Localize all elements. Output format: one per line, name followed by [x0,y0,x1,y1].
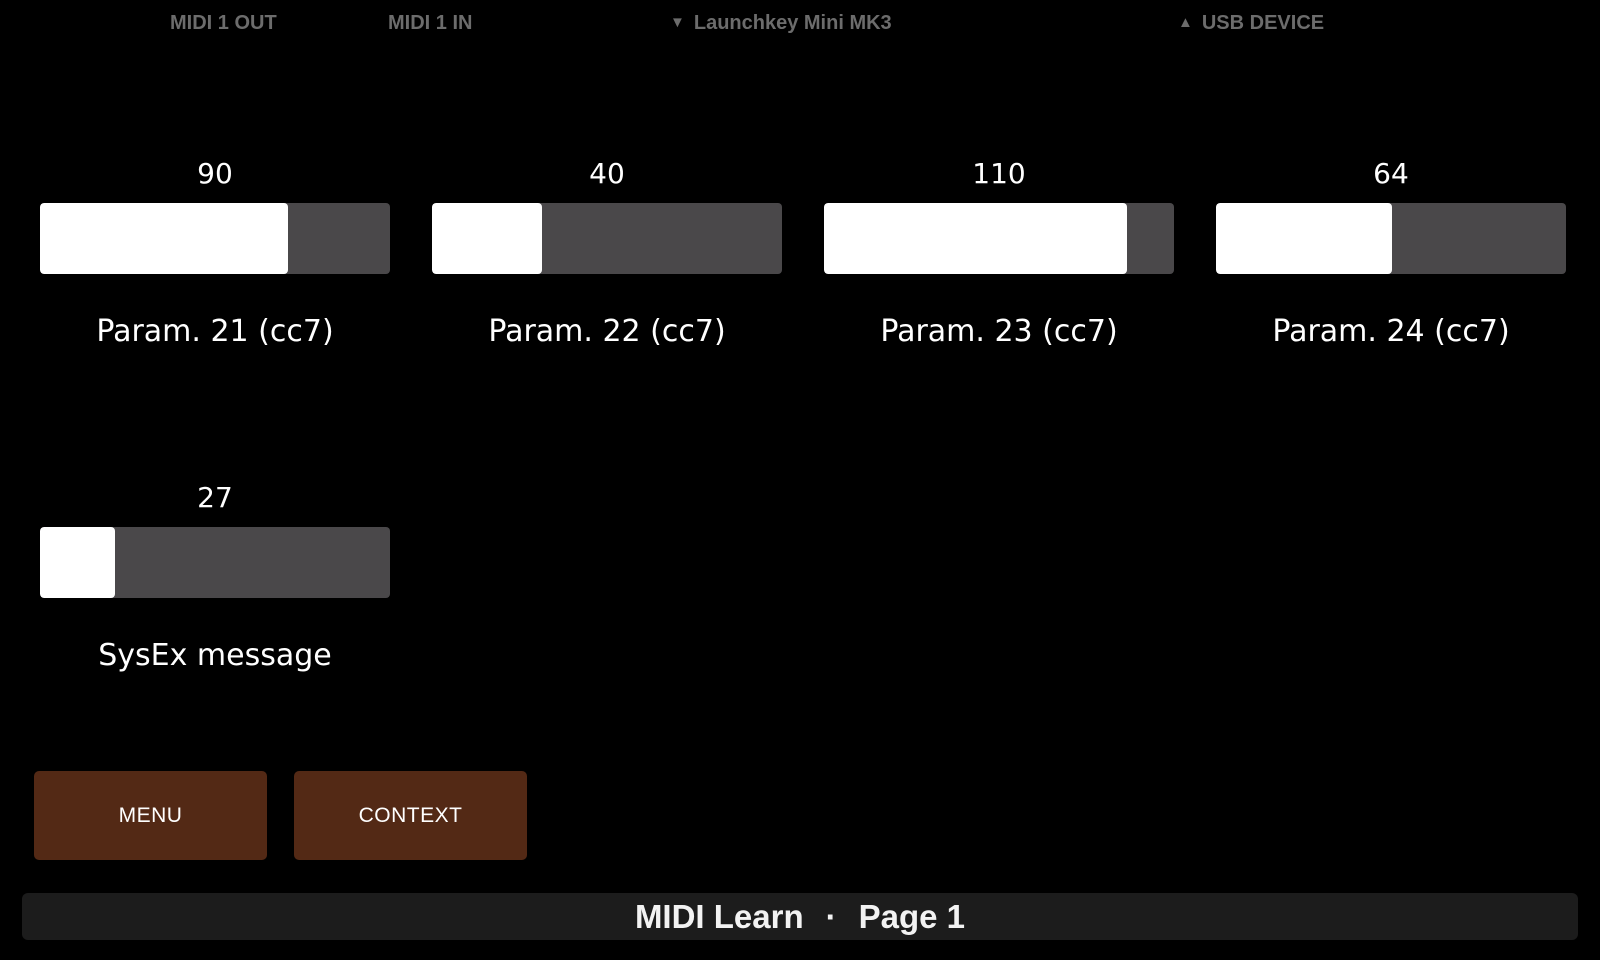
param-slider[interactable] [1216,203,1566,274]
device-status: ▼ Launchkey Mini MK3 [670,12,892,35]
param-label: SysEx message [98,638,332,673]
param-value: 27 [197,481,233,514]
param-slider[interactable] [40,203,390,274]
slider-fill [40,203,289,274]
device-name: Launchkey Mini MK3 [693,12,892,34]
context-button[interactable]: CONTEXT [294,771,527,860]
slider-fill [1216,203,1393,274]
mode-title: MIDI Learn [634,897,804,935]
footer-bar: MIDI Learn · Page 1 [22,893,1578,940]
param-value: 110 [972,157,1026,190]
menu-button[interactable]: MENU [34,771,267,860]
param-label: Param. 21 (cc7) [96,314,334,349]
midi-in-status: MIDI 1 IN [388,12,473,34]
param-label: Param. 23 (cc7) [880,314,1118,349]
slider-fill [432,203,543,274]
param-value: 90 [197,157,233,190]
slider-fill [40,527,115,598]
param-label: Param. 24 (cc7) [1272,314,1510,349]
triangle-up-icon: ▲ [1178,14,1193,31]
slider-fill [824,203,1128,274]
param-label: Param. 22 (cc7) [488,314,726,349]
usb-label: USB DEVICE [1201,12,1325,34]
param-slider[interactable] [40,527,390,598]
triangle-down-icon: ▼ [670,14,685,31]
midi-out-status: MIDI 1 OUT [170,12,277,34]
usb-status: ▲ USB DEVICE [1178,12,1324,35]
page-indicator: Page 1 [858,897,966,935]
param-value: 64 [1373,157,1409,190]
footer-separator: · [825,897,837,935]
param-slider[interactable] [824,203,1174,274]
param-value: 40 [589,157,625,190]
param-slider[interactable] [432,203,782,274]
